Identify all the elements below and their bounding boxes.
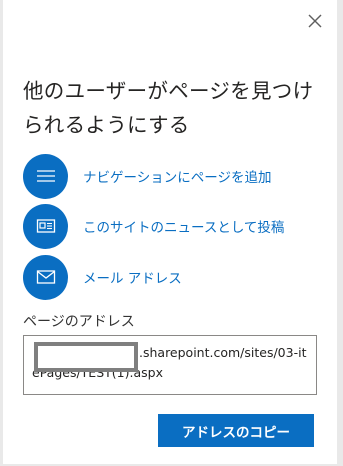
- add-to-navigation-label: ナビゲーションにページを追加: [83, 170, 272, 186]
- navigation-lines-icon: [36, 170, 55, 182]
- dialog-title: 他のユーザーがページを見つけられるようにする: [23, 79, 314, 137]
- email-address-action[interactable]: メール アドレス: [23, 254, 323, 300]
- page-address-label: ページのアドレス: [23, 314, 135, 330]
- post-as-news-action[interactable]: このサイトのニュースとして投稿: [23, 203, 323, 249]
- page-address-field[interactable]: .sharepoint.com/sites/03-itePages/TEST(1…: [23, 335, 317, 395]
- share-dialog: 他のユーザーがページを見つけられるようにする ナビゲーションにページを追加 この…: [3, 0, 337, 464]
- mail-icon: [36, 270, 55, 284]
- news-icon: [36, 219, 55, 233]
- post-as-news-label: このサイトのニュースとして投稿: [83, 220, 285, 236]
- post-as-news-icon-circle: [23, 203, 68, 249]
- add-to-navigation-action[interactable]: ナビゲーションにページを追加: [23, 153, 323, 199]
- close-button[interactable]: [305, 11, 325, 31]
- email-address-icon-circle: [23, 254, 68, 300]
- add-to-navigation-icon-circle: [23, 153, 68, 199]
- email-address-label: メール アドレス: [83, 271, 182, 287]
- close-icon: [308, 14, 322, 28]
- copy-address-button[interactable]: アドレスのコピー: [158, 414, 314, 447]
- redaction-box: [34, 342, 138, 372]
